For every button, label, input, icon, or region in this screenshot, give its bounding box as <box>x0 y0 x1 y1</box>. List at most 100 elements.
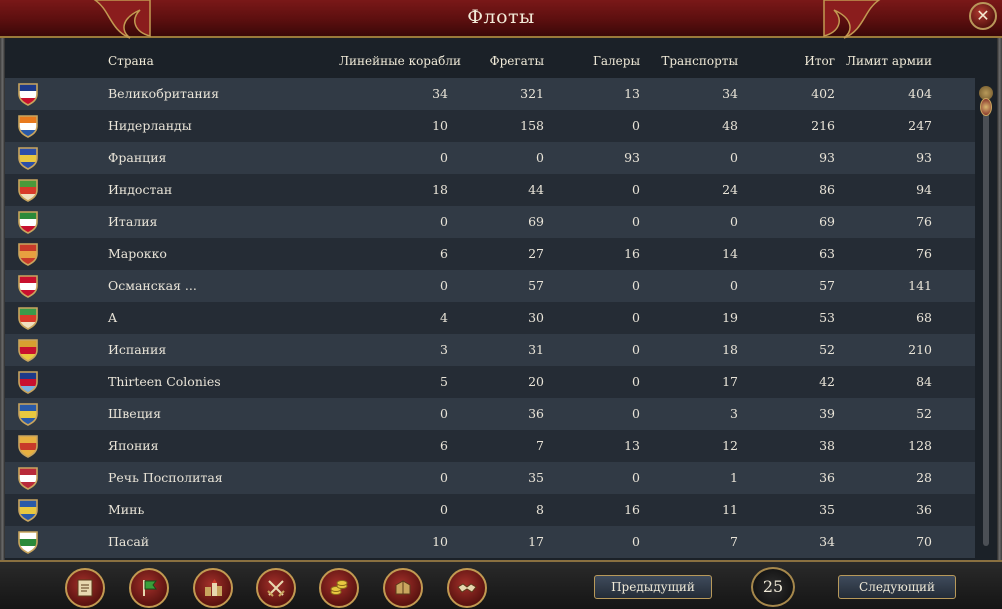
cell-total: 53 <box>819 310 835 325</box>
country-shield-icon <box>18 243 38 266</box>
cell-frigates: 35 <box>528 470 544 485</box>
table-row[interactable]: Марокко 6 27 16 14 63 76 <box>5 238 975 270</box>
cell-galleys: 0 <box>632 374 640 389</box>
cell-line-ships: 6 <box>440 246 448 261</box>
table-row[interactable]: Япония 6 7 13 12 38 128 <box>5 430 975 462</box>
cell-frigates: 30 <box>528 310 544 325</box>
cell-transports: 12 <box>722 438 738 453</box>
fleet-table: Великобритания 34 321 13 34 402 404 Нидерланды 1… <box>5 78 975 558</box>
cell-transports: 18 <box>722 342 738 357</box>
table-row[interactable]: A 4 30 0 19 53 68 <box>5 302 975 334</box>
table-row[interactable]: Великобритания 34 321 13 34 402 404 <box>5 78 975 110</box>
next-button[interactable]: Следующий <box>838 575 956 599</box>
cell-country-name: Япония <box>108 438 159 453</box>
cell-frigates: 321 <box>520 86 544 101</box>
crossed-swords-icon <box>267 580 285 597</box>
cell-army-limit: 36 <box>916 502 932 517</box>
header-army-limit[interactable]: Лимит армии <box>832 54 932 68</box>
cell-transports: 34 <box>722 86 738 101</box>
country-shield-icon <box>18 499 38 522</box>
close-button[interactable]: ✕ <box>969 2 997 30</box>
ledger-button[interactable] <box>65 568 105 608</box>
table-row[interactable]: Индостан 18 44 0 24 86 94 <box>5 174 975 206</box>
country-shield-icon <box>18 307 38 330</box>
table-row[interactable]: Пасай 10 17 0 7 34 70 <box>5 526 975 558</box>
cell-line-ships: 10 <box>432 118 448 133</box>
cell-galleys: 0 <box>632 278 640 293</box>
cell-army-limit: 70 <box>916 534 932 549</box>
cell-army-limit: 28 <box>916 470 932 485</box>
scrollbar-thumb[interactable] <box>980 98 992 116</box>
cell-total: 35 <box>819 502 835 517</box>
cell-country-name: Швеция <box>108 406 161 421</box>
cell-transports: 14 <box>722 246 738 261</box>
military-button[interactable] <box>256 568 296 608</box>
cell-total: 52 <box>819 342 835 357</box>
table-row[interactable]: Италия 0 69 0 0 69 76 <box>5 206 975 238</box>
cell-galleys: 0 <box>632 182 640 197</box>
ornament-right-icon <box>823 0 881 39</box>
table-row[interactable]: Нидерланды 10 158 0 48 216 247 <box>5 110 975 142</box>
cell-line-ships: 6 <box>440 438 448 453</box>
cell-transports: 11 <box>722 502 738 517</box>
previous-button[interactable]: Предыдущий <box>594 575 712 599</box>
economy-button[interactable] <box>319 568 359 608</box>
diplomacy-button[interactable] <box>447 568 487 608</box>
coins-icon <box>330 580 348 595</box>
header-transports[interactable]: Транспорты <box>638 54 738 68</box>
cell-line-ships: 0 <box>440 150 448 165</box>
flag-button[interactable] <box>129 568 169 608</box>
header-galleys[interactable]: Галеры <box>540 54 640 68</box>
country-shield-icon <box>18 339 38 362</box>
cell-army-limit: 84 <box>916 374 932 389</box>
country-shield-icon <box>18 83 38 106</box>
cell-army-limit: 52 <box>916 406 932 421</box>
header-country[interactable]: Страна <box>108 54 154 68</box>
handshake-icon <box>457 583 477 593</box>
country-shield-icon <box>18 147 38 170</box>
cell-galleys: 0 <box>632 470 640 485</box>
cell-galleys: 13 <box>624 438 640 453</box>
table-row[interactable]: Османская ... 0 57 0 0 57 141 <box>5 270 975 302</box>
scrollbar-track[interactable] <box>983 100 989 546</box>
cell-galleys: 93 <box>624 150 640 165</box>
buildings-button[interactable] <box>193 568 233 608</box>
header-total[interactable]: Итог <box>735 54 835 68</box>
cell-line-ships: 10 <box>432 534 448 549</box>
cell-line-ships: 0 <box>440 278 448 293</box>
table-row[interactable]: Thirteen Colonies 5 20 0 17 42 84 <box>5 366 975 398</box>
buildings-icon <box>205 579 222 596</box>
cell-galleys: 16 <box>624 502 640 517</box>
frame-right <box>997 38 1002 573</box>
cell-transports: 24 <box>722 182 738 197</box>
trade-button[interactable] <box>383 568 423 608</box>
table-row[interactable]: Швеция 0 36 0 3 39 52 <box>5 398 975 430</box>
cell-transports: 0 <box>730 214 738 229</box>
country-shield-icon <box>18 435 38 458</box>
header-line-ships[interactable]: Линейные корабли <box>339 54 461 68</box>
cell-army-limit: 68 <box>916 310 932 325</box>
country-shield-icon <box>18 179 38 202</box>
cell-transports: 17 <box>722 374 738 389</box>
country-shield-icon <box>18 211 38 234</box>
cell-frigates: 36 <box>528 406 544 421</box>
cell-galleys: 0 <box>632 342 640 357</box>
header-frigates[interactable]: Фрегаты <box>444 54 544 68</box>
cell-frigates: 7 <box>536 438 544 453</box>
cell-transports: 48 <box>722 118 738 133</box>
cell-country-name: Марокко <box>108 246 167 261</box>
cell-galleys: 0 <box>632 406 640 421</box>
cell-frigates: 44 <box>528 182 544 197</box>
cell-army-limit: 404 <box>908 86 932 101</box>
table-row[interactable]: Франция 0 0 93 0 93 93 <box>5 142 975 174</box>
country-shield-icon <box>18 531 38 554</box>
cell-transports: 0 <box>730 278 738 293</box>
country-shield-icon <box>18 371 38 394</box>
table-row[interactable]: Испания 3 31 0 18 52 210 <box>5 334 975 366</box>
table-row[interactable]: Речь Посполитая 0 35 0 1 36 28 <box>5 462 975 494</box>
flag-icon <box>143 580 157 596</box>
cell-total: 39 <box>819 406 835 421</box>
cell-country-name: A <box>108 310 118 325</box>
cell-country-name: Османская ... <box>108 278 197 293</box>
table-row[interactable]: Минь 0 8 16 11 35 36 <box>5 494 975 526</box>
